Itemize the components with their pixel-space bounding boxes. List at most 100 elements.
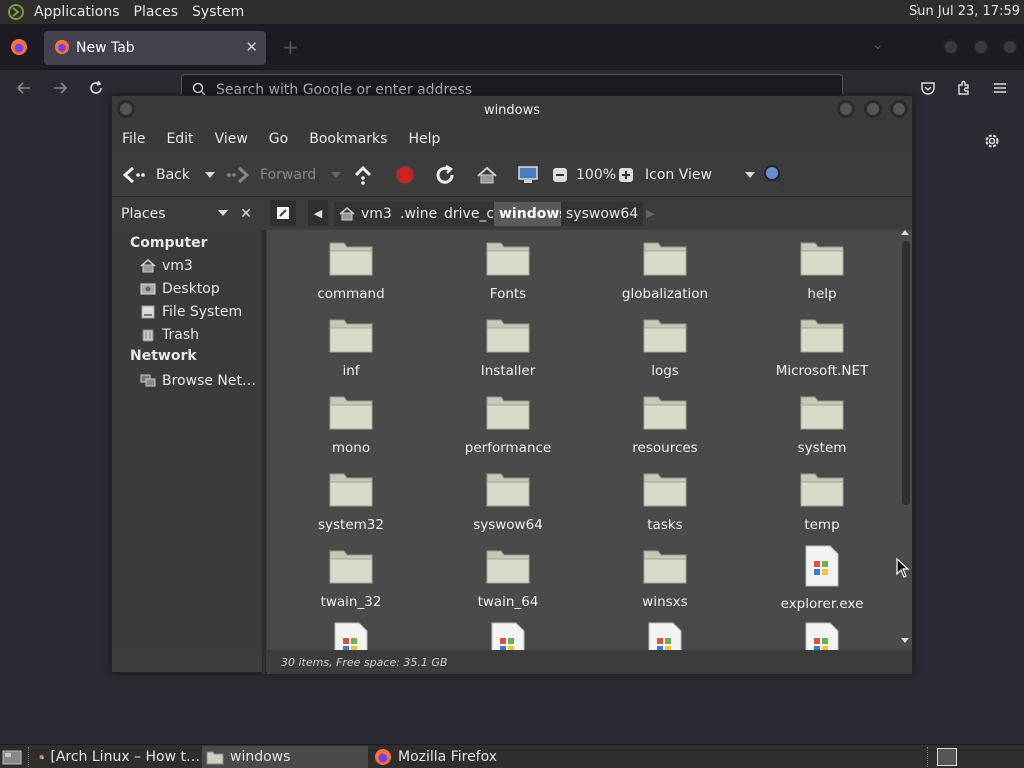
forward-arrow-icon[interactable] <box>52 80 68 101</box>
folder-item[interactable]: tasks <box>595 468 735 545</box>
folder-icon <box>799 468 845 512</box>
reload-icon[interactable] <box>88 80 104 101</box>
folder-icon <box>485 314 531 358</box>
back-button[interactable]: Back <box>122 153 216 197</box>
task-windows-file-manager[interactable]: windows <box>202 746 368 768</box>
folder-item[interactable]: winsxs <box>595 545 735 622</box>
search-button[interactable] <box>762 153 786 197</box>
exe-icon <box>488 622 528 650</box>
window-titlebar[interactable]: windows <box>112 96 912 124</box>
menu-file[interactable]: File <box>122 131 145 147</box>
distro-logo-icon[interactable] <box>6 2 26 22</box>
folder-item[interactable]: temp <box>752 468 892 545</box>
extensions-icon[interactable] <box>956 80 972 101</box>
crumb-scroll-left-icon[interactable]: ◀ <box>308 200 328 226</box>
menu-edit[interactable]: Edit <box>166 131 193 147</box>
scroll-up-icon[interactable] <box>901 230 909 235</box>
folder-item[interactable]: twain_64 <box>438 545 578 622</box>
close-tab-icon[interactable]: ✕ <box>245 38 258 56</box>
minimize-button[interactable] <box>837 100 855 118</box>
location-edit-button[interactable] <box>270 200 296 226</box>
file-item[interactable] <box>752 622 892 650</box>
folder-item[interactable]: Fonts <box>438 237 578 314</box>
view-mode-select[interactable]: Icon View <box>645 153 756 197</box>
folder-item[interactable]: system32 <box>281 468 421 545</box>
folder-item[interactable]: Microsoft.NET <box>752 314 892 391</box>
tab-new-tab[interactable]: New Tab ✕ <box>44 31 266 65</box>
new-tab-button[interactable]: + <box>282 35 299 59</box>
clock[interactable]: Sun Jul 23, 17:59 <box>909 4 1020 19</box>
sidebar-item-vm3[interactable]: vm3 <box>140 256 193 276</box>
folder-item[interactable]: command <box>281 237 421 314</box>
close-button[interactable] <box>1002 39 1018 55</box>
folder-icon <box>642 314 688 358</box>
stop-button[interactable] <box>394 153 416 197</box>
up-button[interactable] <box>352 153 374 197</box>
show-desktop-icon[interactable] <box>2 748 22 768</box>
scroll-thumb[interactable] <box>902 241 910 505</box>
toolbar: Back Forward 100% Icon View <box>112 153 912 197</box>
sidebar-item-trash[interactable]: Trash <box>140 325 199 345</box>
sidebar-item-desktop[interactable]: Desktop <box>140 279 220 299</box>
tab-title: New Tab <box>76 40 135 56</box>
maximize-button[interactable] <box>973 39 989 55</box>
close-sidebar-icon[interactable]: ✕ <box>236 201 256 227</box>
folder-item[interactable]: mono <box>281 391 421 468</box>
forward-icon <box>227 166 250 184</box>
menu-bookmarks[interactable]: Bookmarks <box>309 131 387 147</box>
folder-item[interactable]: performance <box>438 391 578 468</box>
breadcrumb-vm3[interactable]: vm3 <box>334 202 397 226</box>
minimize-button[interactable] <box>943 39 959 55</box>
folder-item[interactable]: syswow64 <box>438 468 578 545</box>
crumb-scroll-right-icon[interactable]: ▶ <box>646 200 654 226</box>
maximize-button[interactable] <box>864 100 882 118</box>
zoom-in-button[interactable] <box>618 153 634 197</box>
menu-view[interactable]: View <box>215 131 248 147</box>
menu-help[interactable]: Help <box>408 131 440 147</box>
sidebar-item-file-system[interactable]: File System <box>140 302 242 322</box>
folder-item[interactable]: Installer <box>438 314 578 391</box>
task-chrome-window[interactable]: [Arch Linux – How t… <box>36 746 200 768</box>
forward-button[interactable]: Forward <box>226 153 342 197</box>
system-menu[interactable]: System <box>192 4 244 20</box>
file-item[interactable] <box>595 622 735 650</box>
zoom-out-button[interactable] <box>552 153 568 197</box>
file-item[interactable]: explorer.exe <box>752 545 892 622</box>
home-button[interactable] <box>476 153 498 197</box>
folder-item[interactable]: help <box>752 237 892 314</box>
applications-menu[interactable]: Applications <box>34 4 120 20</box>
firefox-menu-icon[interactable] <box>10 38 28 60</box>
gear-icon[interactable] <box>983 132 1001 154</box>
scroll-down-icon[interactable] <box>901 638 909 643</box>
file-item[interactable] <box>438 622 578 650</box>
hamburger-menu-icon[interactable] <box>992 80 1008 101</box>
computer-button[interactable] <box>516 153 540 197</box>
sidebar-splitter[interactable] <box>262 230 266 674</box>
breadcrumb-drive-c[interactable]: drive_c <box>439 202 500 226</box>
folder-item[interactable]: globalization <box>595 237 735 314</box>
task-firefox-window[interactable]: Mozilla Firefox <box>370 746 540 768</box>
breadcrumb-wine[interactable]: .wine <box>395 202 443 226</box>
scrollbar[interactable] <box>899 230 912 650</box>
workspace-switcher[interactable] <box>937 748 957 766</box>
places-menu[interactable]: Places <box>134 4 179 20</box>
sidebar-header-computer: Computer <box>130 235 208 251</box>
breadcrumb-syswow64[interactable]: syswow64 <box>561 202 644 226</box>
folder-item[interactable]: twain_32 <box>281 545 421 622</box>
folder-item[interactable]: logs <box>595 314 735 391</box>
sidebar-type-select[interactable]: Places <box>116 201 234 227</box>
reload-button[interactable] <box>434 153 456 197</box>
file-item[interactable] <box>281 622 421 650</box>
sidebar-item-label: Desktop <box>162 281 220 297</box>
back-arrow-icon[interactable] <box>16 80 32 101</box>
folder-icon <box>328 391 374 435</box>
sidebar-item-browse-network[interactable]: Browse Net… <box>140 371 256 391</box>
folder-item[interactable]: resources <box>595 391 735 468</box>
window-menu-button[interactable] <box>117 100 135 118</box>
list-tabs-icon[interactable]: ⌄ <box>872 37 884 53</box>
close-button[interactable] <box>890 100 908 118</box>
folder-item[interactable]: inf <box>281 314 421 391</box>
pocket-icon[interactable] <box>920 80 936 101</box>
folder-item[interactable]: system <box>752 391 892 468</box>
menu-go[interactable]: Go <box>269 131 288 147</box>
